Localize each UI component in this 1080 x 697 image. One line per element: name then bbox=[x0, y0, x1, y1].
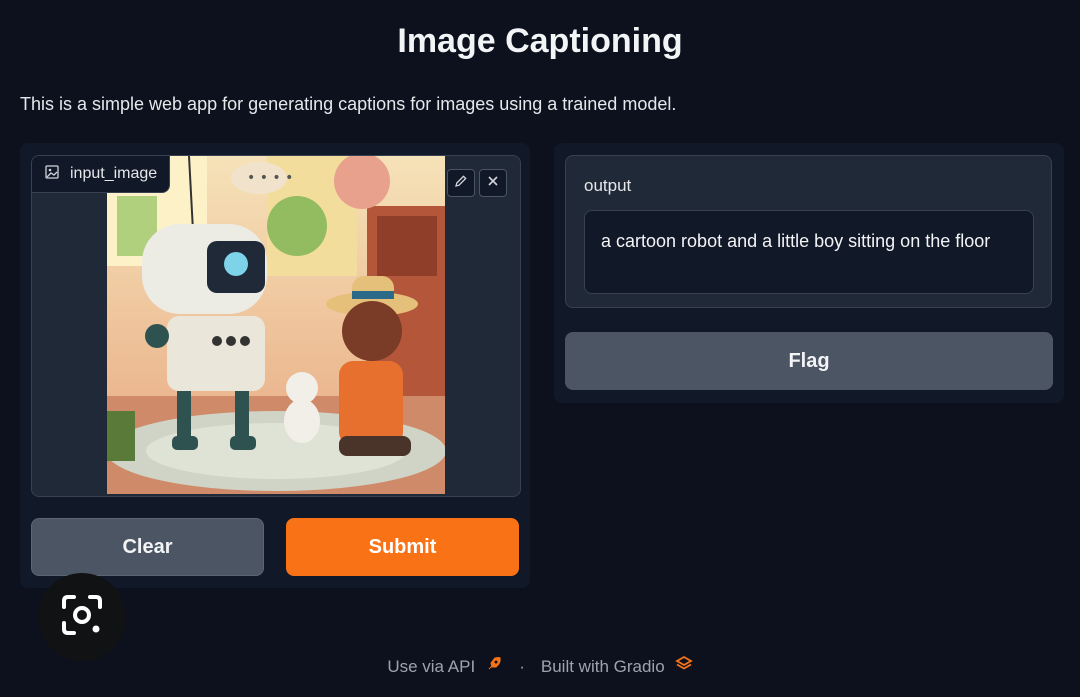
image-upload-block[interactable]: input_image • • • • bbox=[31, 155, 521, 497]
output-label: output bbox=[584, 176, 632, 195]
gradio-logo-icon bbox=[674, 655, 693, 678]
built-with-gradio-link[interactable]: Built with Gradio bbox=[541, 657, 665, 677]
footer: Use via API · Built with Gradio bbox=[0, 655, 1080, 678]
output-textbox[interactable]: a cartoon robot and a little boy sitting… bbox=[584, 210, 1034, 294]
lens-icon bbox=[58, 591, 106, 644]
page-title: Image Captioning bbox=[397, 22, 683, 60]
submit-button[interactable]: Submit bbox=[286, 518, 519, 576]
page-description: This is a simple web app for generating … bbox=[20, 94, 677, 114]
use-via-api-link[interactable]: Use via API bbox=[387, 657, 475, 677]
lens-button[interactable] bbox=[38, 573, 126, 661]
image-label-badge: input_image bbox=[32, 156, 171, 193]
pencil-icon bbox=[454, 174, 468, 193]
image-label-text: input_image bbox=[70, 165, 158, 182]
remove-image-button[interactable] bbox=[479, 169, 507, 197]
image-icon bbox=[44, 164, 60, 185]
close-icon bbox=[486, 174, 500, 193]
output-block: output a cartoon robot and a little boy … bbox=[565, 155, 1052, 308]
edit-image-button[interactable] bbox=[447, 169, 475, 197]
uploaded-image: • • • • bbox=[107, 156, 445, 494]
svg-text:• • • •: • • • • bbox=[247, 170, 293, 186]
clear-button[interactable]: Clear bbox=[31, 518, 264, 576]
flag-button[interactable]: Flag bbox=[565, 332, 1053, 390]
footer-separator: · bbox=[519, 656, 525, 676]
rocket-icon bbox=[485, 655, 503, 678]
